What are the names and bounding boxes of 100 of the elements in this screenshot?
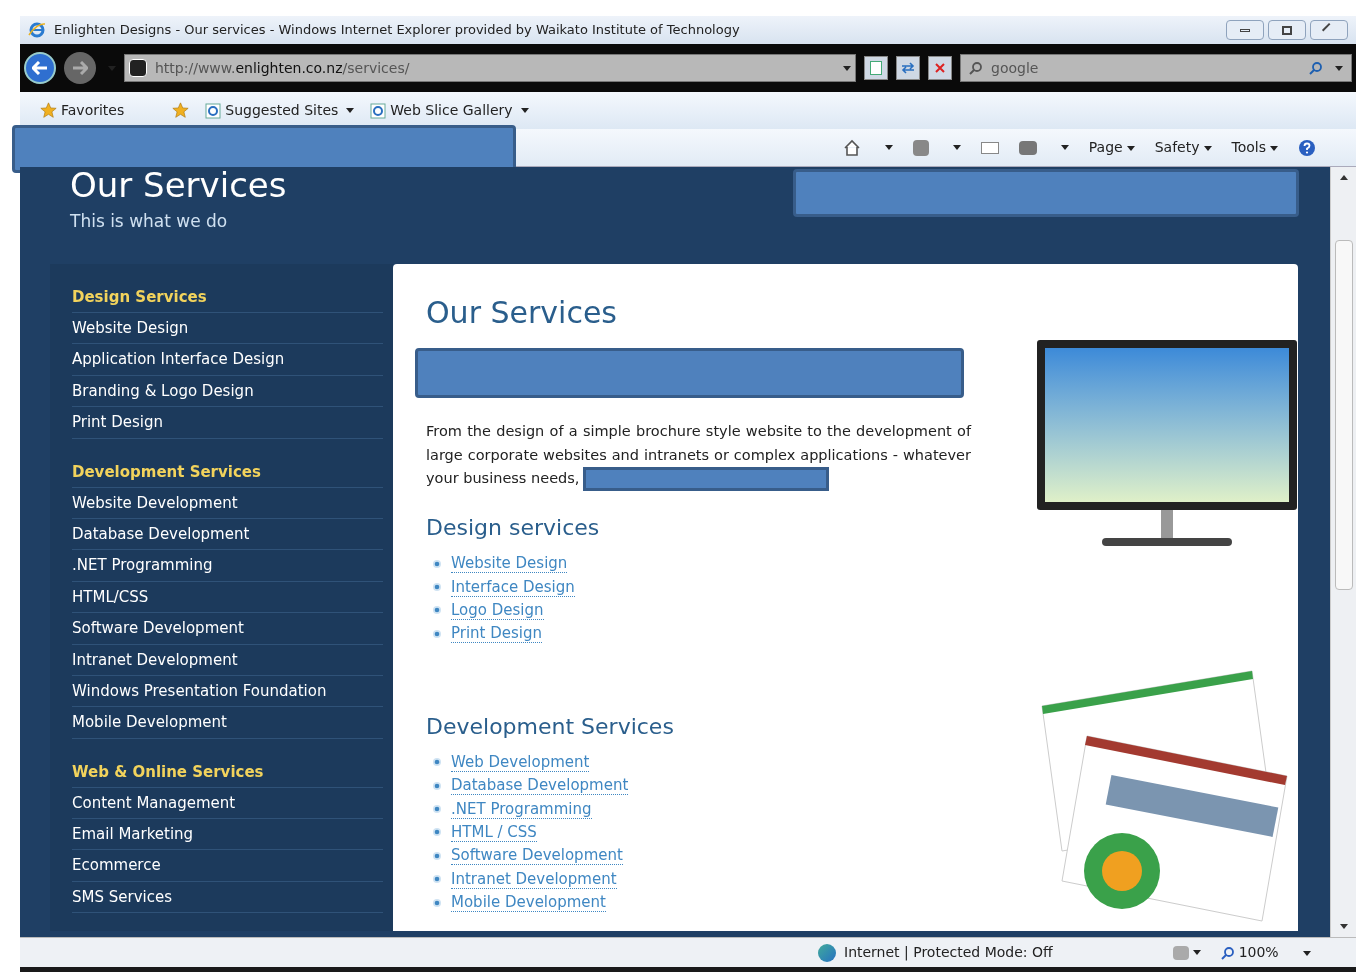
zoom-button[interactable]: 100% — [1220, 942, 1279, 963]
sidebar-link[interactable]: Email Marketing — [72, 819, 383, 851]
globe-icon — [818, 943, 836, 962]
bullet-icon — [432, 780, 442, 791]
add-favorite-icon — [172, 102, 190, 119]
sidebar-link[interactable]: .NET Programming — [72, 550, 383, 582]
caret-icon — [1192, 950, 1201, 955]
browser-logo-icon — [28, 21, 46, 39]
bullet-icon — [432, 897, 442, 908]
bullet-icon — [432, 757, 442, 768]
service-link[interactable]: Software Development — [451, 846, 623, 866]
scroll-thumb[interactable] — [1334, 240, 1353, 590]
help-icon[interactable] — [1298, 138, 1316, 157]
compatibility-button[interactable] — [864, 56, 888, 80]
search-field[interactable]: google — [960, 54, 1352, 82]
bullet-icon — [432, 558, 442, 569]
page-icon — [129, 59, 147, 77]
refresh-button[interactable] — [896, 56, 920, 80]
sidebar-link[interactable]: Ecommerce — [72, 850, 383, 882]
arrow-left-icon — [32, 61, 48, 75]
sidebar-link[interactable]: Mobile Development — [72, 707, 383, 739]
minimize-button[interactable] — [1226, 20, 1264, 40]
restore-button[interactable] — [1268, 20, 1306, 40]
service-link[interactable]: HTML / CSS — [451, 822, 537, 842]
minimize-icon — [1240, 28, 1250, 32]
forward-button[interactable] — [64, 52, 96, 84]
page-icon — [370, 102, 387, 119]
sidebar-link[interactable]: Software Development — [72, 613, 383, 645]
service-link[interactable]: Website Design — [451, 554, 568, 574]
caret-icon — [1335, 65, 1343, 71]
page-header-title: Our Services — [70, 167, 287, 203]
sidebar-heading: Web & Online Services — [72, 756, 383, 788]
sidebar-link[interactable]: Branding & Logo Design — [72, 375, 383, 408]
sidebar-heading: Development Services — [72, 456, 383, 488]
sidebar-link[interactable]: Intranet Development — [72, 644, 383, 676]
section-heading: Design services — [426, 514, 601, 542]
bullet-icon — [432, 582, 442, 593]
sidebar-heading: Design Services — [72, 282, 383, 313]
service-link[interactable]: Intranet Development — [451, 869, 617, 889]
star-icon — [40, 102, 57, 119]
service-link[interactable]: Interface Design — [451, 577, 575, 597]
sidebar-link[interactable]: Print Design — [72, 407, 383, 439]
address-field[interactable]: http://www.enlighten.co.nz/services/ — [124, 54, 856, 82]
favorites-button[interactable]: Favorites — [40, 100, 125, 121]
sidebar-link[interactable]: Database Development — [72, 518, 383, 551]
favorites-link[interactable]: Web Slice Gallery — [370, 100, 529, 121]
stop-button[interactable] — [928, 56, 952, 80]
caret-icon — [520, 108, 529, 113]
service-link[interactable]: Database Development — [451, 776, 629, 796]
page-header-tagline: This is what we do — [70, 210, 228, 233]
command-menu[interactable]: Page — [1088, 137, 1135, 158]
caret-icon — [108, 65, 116, 71]
search-placeholder: google — [991, 58, 1039, 78]
caret-icon — [1270, 145, 1278, 151]
refresh-icon — [901, 62, 915, 74]
search-icon — [969, 61, 983, 75]
url-text: http://www.enlighten.co.nz/services/ — [155, 58, 410, 78]
favorites-link[interactable]: Suggested Sites — [205, 100, 355, 121]
arrow-right-icon — [72, 61, 88, 75]
caret-icon — [843, 66, 851, 71]
sidebar-link[interactable]: Application Interface Design — [72, 344, 383, 376]
caret-icon — [884, 145, 893, 150]
sidebar-link[interactable]: HTML/CSS — [72, 581, 383, 614]
caret-icon — [952, 145, 961, 150]
window-title: Enlighten Designs - Our services - Windows Internet Explorer provided by Waikato Institute of Technology — [54, 21, 740, 40]
home-icon[interactable] — [842, 138, 861, 157]
magnifier-icon — [1220, 945, 1235, 960]
service-link[interactable]: Mobile Development — [451, 893, 606, 913]
sidebar-link[interactable]: SMS Services — [72, 881, 383, 914]
scroll-up-icon — [1339, 175, 1348, 180]
bullet-icon — [432, 850, 442, 861]
bullet-icon — [432, 628, 442, 639]
intro-paragraph: From the design of a simple brochure style website to the development of large corporate websites and intranets or complex applications - whatever your business needs, — [426, 420, 971, 491]
sidebar-link[interactable]: Content Management — [72, 787, 383, 820]
back-button[interactable] — [24, 52, 56, 84]
command-menu[interactable]: Tools — [1231, 137, 1278, 158]
status-zone: Internet | Protected Mode: Off — [844, 943, 1053, 963]
service-link[interactable]: .NET Programming — [451, 799, 592, 819]
section-heading: Development Services — [426, 712, 675, 741]
scrollbar[interactable] — [1330, 167, 1356, 937]
search-icon — [1309, 61, 1323, 75]
bullet-icon — [432, 804, 442, 815]
command-menu[interactable]: Safety — [1154, 137, 1212, 158]
sidebar-link[interactable]: Windows Presentation Foundation — [72, 675, 383, 708]
bullet-icon — [432, 605, 442, 616]
bullet-icon — [432, 827, 442, 838]
sidebar-link[interactable]: Website Design — [72, 313, 383, 345]
service-link[interactable]: Web Development — [451, 752, 590, 772]
sidebar-link[interactable]: Website Development — [72, 487, 383, 519]
caret-icon — [346, 108, 355, 113]
caret-icon — [1126, 145, 1135, 151]
bullet-icon — [432, 874, 442, 885]
page-icon — [205, 102, 222, 119]
caret-icon — [1060, 145, 1069, 150]
page-icon — [870, 61, 882, 75]
service-link[interactable]: Print Design — [451, 624, 543, 644]
scroll-down-icon — [1339, 924, 1348, 929]
service-link[interactable]: Logo Design — [451, 600, 544, 620]
caret-icon — [1203, 145, 1212, 151]
restore-icon — [1282, 25, 1292, 35]
